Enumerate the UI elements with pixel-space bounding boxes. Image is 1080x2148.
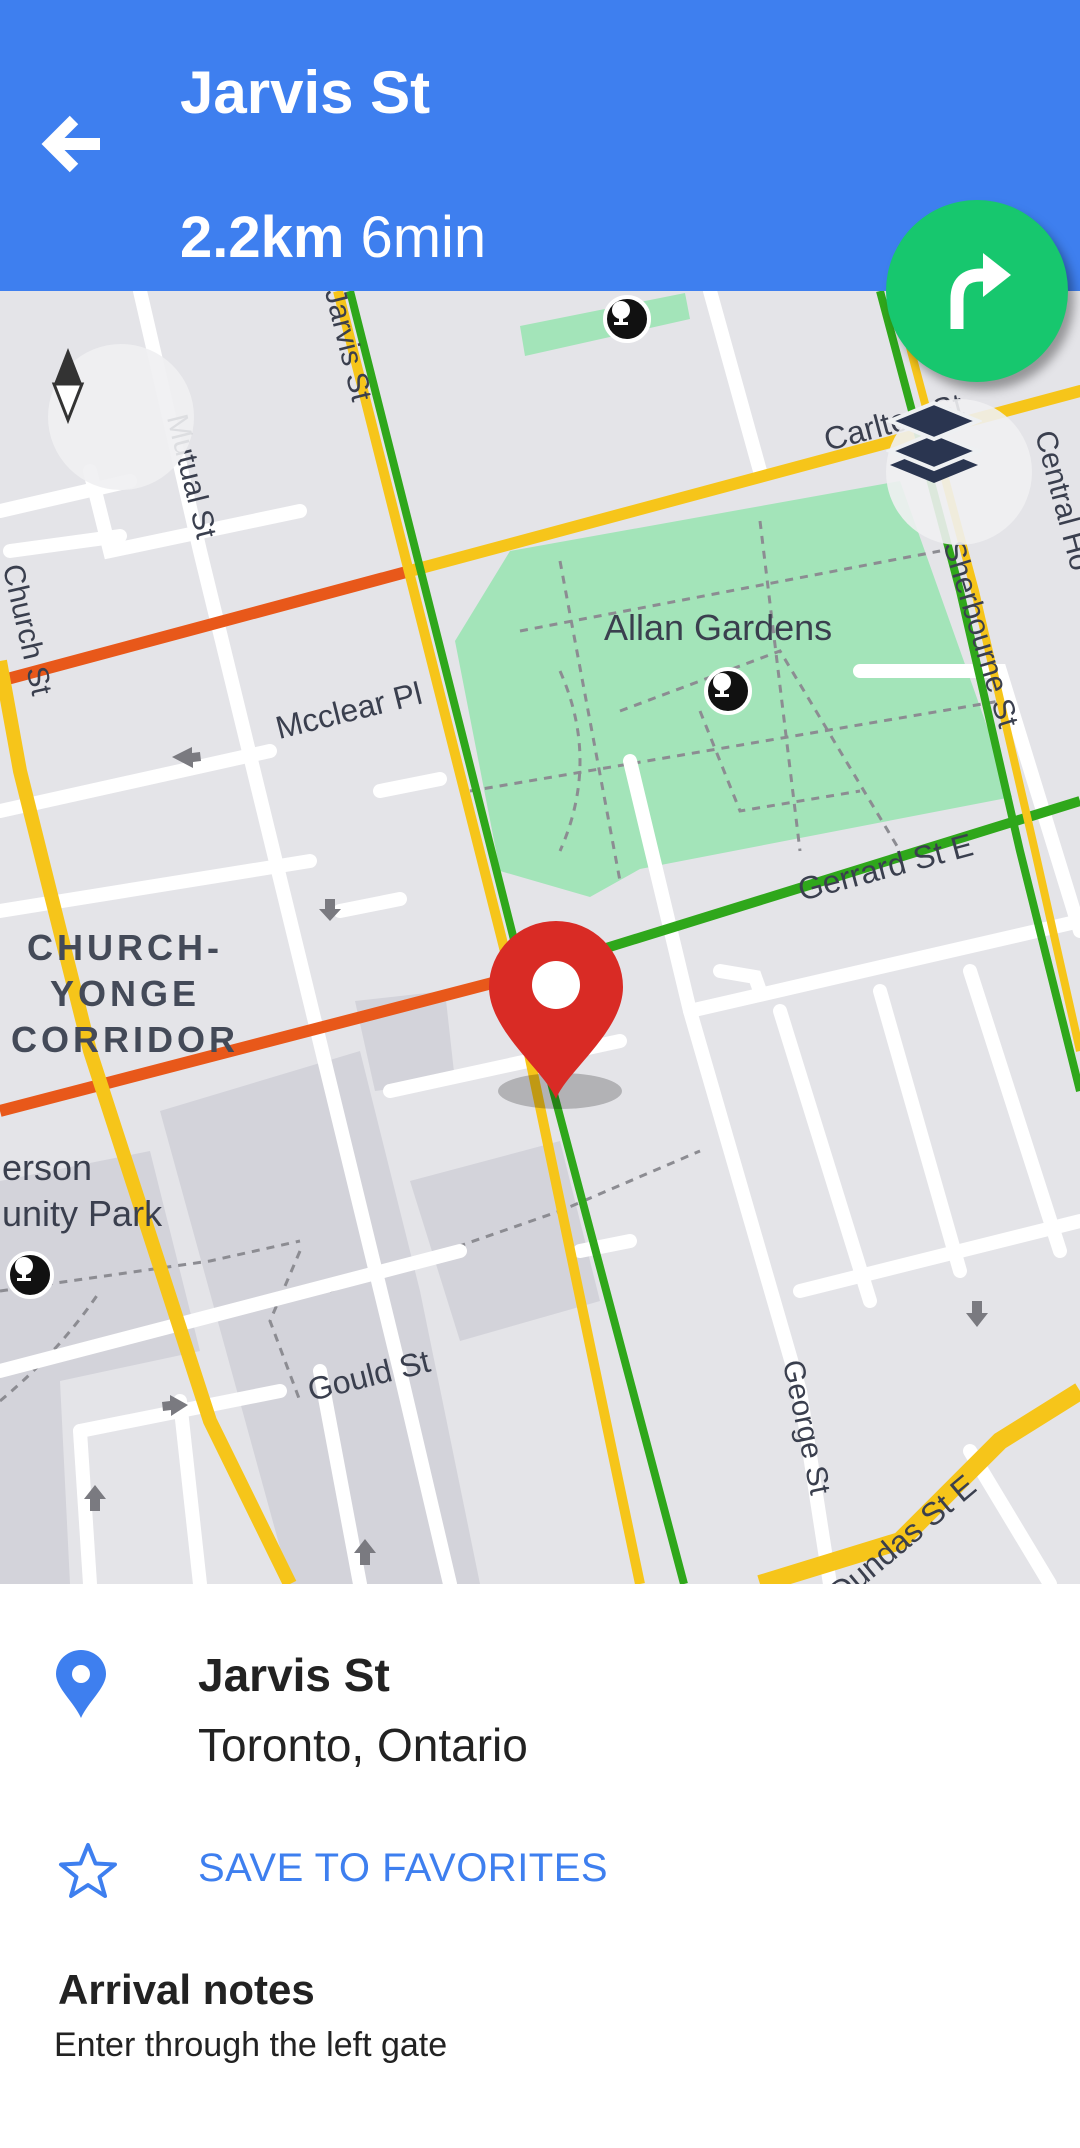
park-poi-icon[interactable] [704, 667, 752, 715]
location-city: Toronto, Ontario [198, 1719, 528, 1771]
trip-duration: 6min [360, 205, 487, 270]
compass-button[interactable] [48, 344, 194, 490]
trip-summary: 2.2km 6min [180, 204, 486, 271]
location-pin-icon [56, 1650, 106, 1718]
place-label-park-line1: erson [2, 1147, 93, 1188]
place-label-allan-gardens: Allan Gardens [604, 607, 833, 648]
start-navigation-button[interactable] [886, 200, 1068, 382]
map-layers-button[interactable] [886, 399, 1032, 545]
location-name: Jarvis St [198, 1649, 390, 1701]
place-label-park-line2: unity Park [2, 1193, 163, 1234]
district-label-line1: CHURCH- [27, 927, 223, 968]
arrival-notes-title: Arrival notes [58, 1966, 315, 2013]
park-poi-icon[interactable] [6, 1251, 54, 1299]
district-label: CHURCH- YONGE CORRIDOR [0, 925, 250, 1063]
district-label-line3: CORRIDOR [11, 1019, 239, 1060]
destination-title: Jarvis St [180, 59, 431, 126]
trip-distance: 2.2km [180, 205, 345, 270]
layers-icon [886, 400, 982, 483]
district-label-line2: YONGE [49, 973, 201, 1014]
turn-right-icon [950, 253, 1011, 329]
arrow-left-icon [41, 115, 100, 173]
compass-icon [51, 348, 85, 424]
arrival-notes-text: Enter through the left gate [54, 2026, 448, 2064]
park-poi-icon[interactable] [603, 295, 651, 343]
map-marker-icon [489, 921, 623, 1099]
back-button[interactable] [40, 112, 108, 180]
save-to-favorites-button[interactable]: SAVE TO FAVORITES [198, 1846, 608, 1891]
star-outline-icon[interactable] [56, 1840, 120, 1904]
destination-sheet: Jarvis St Toronto, Ontario SAVE TO FAVOR… [0, 1584, 1080, 2148]
destination-marker[interactable] [487, 921, 625, 1101]
map-view[interactable]: Jarvis St Mutual St Carlton St Central H… [0, 291, 1080, 1584]
